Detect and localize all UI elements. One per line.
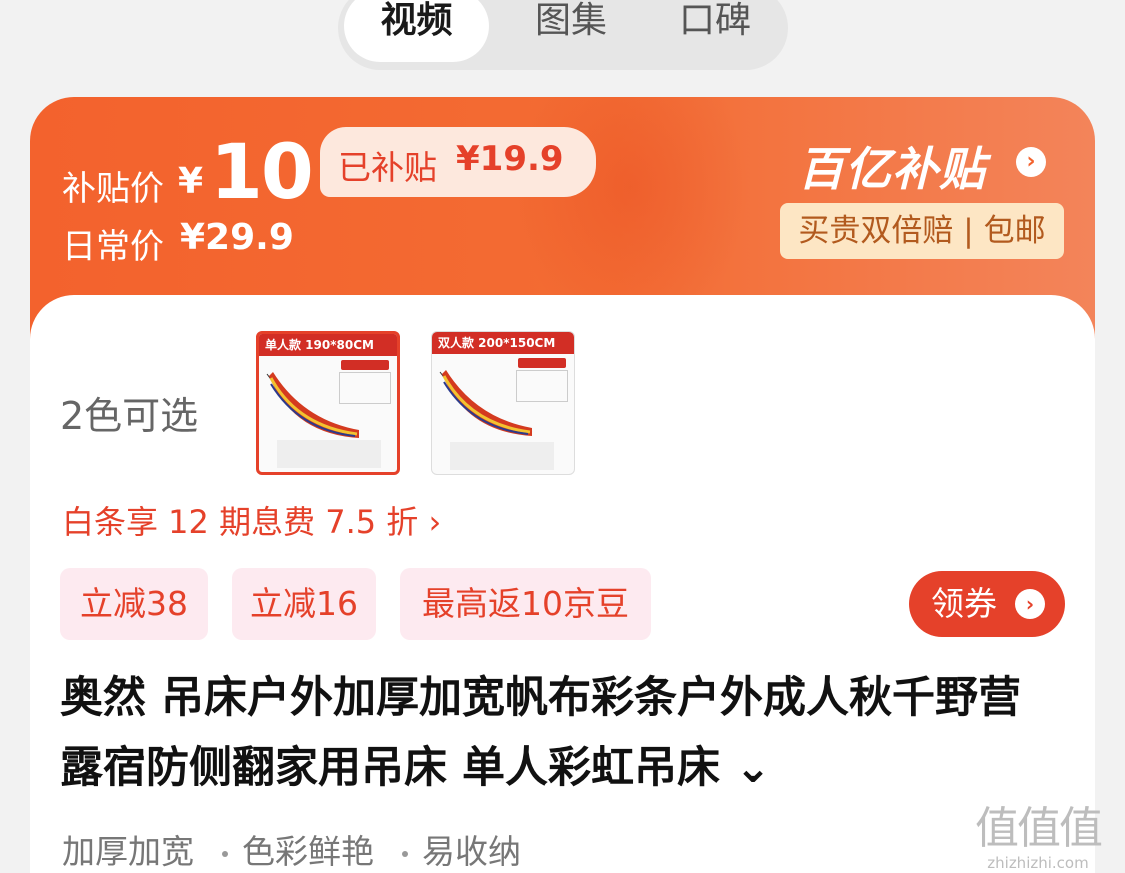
variant-thumb-double[interactable]: 双人款 200*150CM <box>431 331 575 475</box>
subsidized-amount-pill: 已补贴 ¥19.9 <box>320 127 596 197</box>
tab-gallery[interactable]: 图集 <box>516 0 626 62</box>
watermark-logo: 值值值 <box>975 803 1103 854</box>
subsidy-price-label: 补贴价 <box>62 169 164 209</box>
currency-symbol: ¥ <box>178 161 204 202</box>
get-coupon-label: 领券 <box>931 584 997 623</box>
subsidized-amount: ¥19.9 <box>456 139 564 179</box>
brand-logo-text[interactable]: 百亿补贴 <box>798 133 986 199</box>
variant-header: 双人款 200*150CM <box>432 332 574 354</box>
watermark-url: zhizhizhi.com <box>987 854 1089 872</box>
accessory-strip <box>277 440 381 468</box>
accessory-strip <box>450 442 554 470</box>
coupon-tag[interactable]: 立减38 <box>60 568 208 640</box>
guarantee-badge: 买贵双倍赔 | 包邮 <box>780 203 1064 259</box>
variant-thumb-single[interactable]: 单人款 190*80CM <box>256 331 400 475</box>
hammock-icon <box>266 372 360 438</box>
color-count-label: 2色可选 <box>60 394 199 438</box>
tab-reviews[interactable]: 口碑 <box>660 0 770 62</box>
tab-video[interactable]: 视频 <box>344 0 489 62</box>
chevron-right-icon[interactable]: › <box>1016 147 1046 177</box>
daily-price-label: 日常价 <box>62 227 164 267</box>
subsidy-price: 10 <box>210 127 314 216</box>
media-tabs: 视频 图集 口碑 <box>338 0 788 70</box>
product-title[interactable]: 奥然 吊床户外加厚加宽帆布彩条户外成人秋千野营露宿防侧翻家用吊床 单人彩虹吊床 … <box>60 663 1060 803</box>
product-tag: 易收纳 <box>422 832 521 871</box>
installment-offer-link[interactable]: 白条享 12 期息费 7.5 折 › <box>62 497 441 543</box>
watermark: 值值值 zhizhizhi.com <box>975 792 1103 872</box>
product-tag: 色彩鲜艳 <box>242 832 374 871</box>
product-card: 2色可选 单人款 190*80CM 双人款 200*150CM 白条享 12 期… <box>30 295 1095 873</box>
separator-dot <box>222 850 228 857</box>
subsidized-label: 已补贴 <box>338 148 437 187</box>
product-tag: 加厚加宽 <box>62 832 194 871</box>
variant-header: 单人款 190*80CM <box>259 334 397 356</box>
product-tags: 加厚加宽 色彩鲜艳 易收纳 <box>62 825 521 873</box>
hammock-icon <box>439 370 533 436</box>
daily-price: ¥29.9 <box>180 217 294 258</box>
separator-dot <box>402 850 408 857</box>
get-coupon-button[interactable]: 领券 › <box>909 571 1065 637</box>
coupon-tag[interactable]: 最高返10京豆 <box>400 568 651 640</box>
chevron-right-icon: › <box>1015 589 1045 619</box>
coupon-tag[interactable]: 立减16 <box>232 568 376 640</box>
